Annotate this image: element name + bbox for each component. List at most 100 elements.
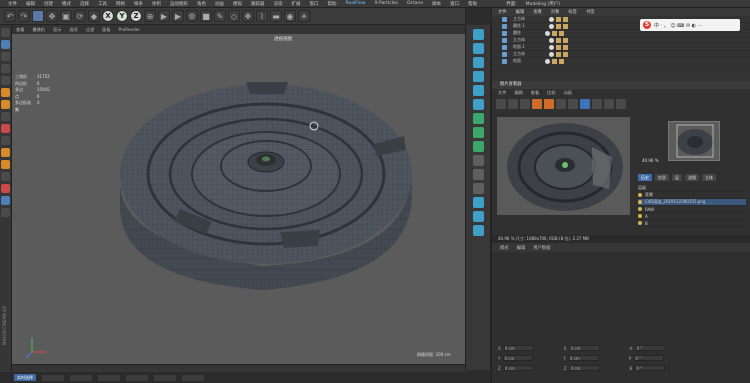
x-axis-button[interactable]: X bbox=[102, 10, 114, 22]
timeline[interactable] bbox=[12, 364, 465, 372]
menu-item[interactable]: 文件 bbox=[8, 1, 17, 7]
object-row[interactable]: 地面.1 bbox=[492, 44, 750, 51]
picture-viewer-menu-item[interactable]: 查看 bbox=[531, 90, 539, 96]
undo-icon[interactable]: ↶ bbox=[4, 10, 16, 22]
material-tag-icon[interactable] bbox=[552, 58, 557, 64]
menu-item[interactable]: 脚本 bbox=[432, 1, 441, 7]
material-tag-icon[interactable] bbox=[552, 30, 557, 36]
coord-value-input[interactable]: 0 cm bbox=[503, 345, 534, 351]
object-menu-item[interactable]: 查看 bbox=[533, 9, 542, 15]
render-region-icon[interactable] bbox=[472, 29, 484, 40]
material-tag-icon[interactable] bbox=[562, 23, 568, 29]
environment-icon[interactable] bbox=[472, 141, 484, 152]
material-icon[interactable] bbox=[472, 71, 484, 82]
menu-item[interactable]: 选择 bbox=[80, 1, 89, 7]
visibility-icon[interactable] bbox=[548, 23, 554, 29]
picture-viewer-tab[interactable]: 立体 bbox=[702, 174, 716, 181]
pen-icon[interactable]: ✎ bbox=[214, 10, 226, 22]
sky-icon[interactable] bbox=[472, 127, 484, 138]
edges-mode-icon[interactable] bbox=[1, 88, 10, 97]
viewport-menu-item[interactable]: ProRender bbox=[119, 27, 141, 32]
picture-viewer-menu-item[interactable]: 文件 bbox=[498, 90, 506, 96]
coord-value-input[interactable]: 0 cm bbox=[569, 365, 600, 371]
picture-viewer-tab[interactable]: 信息 bbox=[655, 174, 669, 181]
menu-item[interactable]: 扩展 bbox=[292, 1, 301, 7]
stop-icon[interactable] bbox=[508, 98, 518, 109]
picture-viewer-menu-item[interactable]: 编辑 bbox=[514, 90, 522, 96]
picture-viewer-menu-item[interactable]: 比较 bbox=[547, 90, 555, 96]
material-tag-icon[interactable] bbox=[556, 16, 561, 22]
picture-viewer-tab[interactable]: 层 bbox=[672, 174, 682, 181]
menu-item[interactable]: 样条 bbox=[134, 1, 143, 7]
sogou-logo[interactable]: S bbox=[643, 21, 651, 29]
menu-item[interactable]: 模式 bbox=[62, 1, 71, 7]
menu-item[interactable]: 网格 bbox=[116, 1, 125, 7]
object-menu-item[interactable]: 对象 bbox=[551, 9, 560, 15]
attribute-menu-item[interactable]: 模式 bbox=[500, 245, 509, 251]
attribute-menu-item[interactable]: 编辑 bbox=[517, 245, 526, 251]
camera-icon[interactable] bbox=[472, 99, 484, 110]
layer-row[interactable]: B bbox=[638, 220, 746, 227]
visibility-icon[interactable] bbox=[548, 44, 554, 50]
material-tag-icon[interactable] bbox=[563, 37, 568, 43]
layer-row[interactable]: RAW bbox=[638, 206, 746, 213]
viewport-menu-item[interactable]: 选项 bbox=[69, 27, 77, 33]
zoom-level[interactable]: 40.96 % bbox=[642, 158, 659, 163]
color-icon[interactable] bbox=[604, 98, 614, 109]
picture-viewer-tab[interactable]: 历史 bbox=[638, 174, 652, 181]
object-menu-item[interactable]: 标签 bbox=[568, 9, 577, 15]
viewport-menu-item[interactable]: 查看 bbox=[16, 27, 24, 33]
visibility-icon[interactable] bbox=[549, 16, 554, 22]
deformer-icon[interactable]: ⌇ bbox=[256, 10, 268, 22]
menu-item[interactable]: 工具 bbox=[98, 1, 107, 7]
attribute-menu-item[interactable]: 用户数据 bbox=[533, 245, 550, 251]
visibility-icon[interactable] bbox=[545, 30, 550, 36]
y-axis-button[interactable]: Y bbox=[116, 10, 128, 22]
z-axis-button[interactable]: Z bbox=[130, 10, 142, 22]
ab-icon[interactable] bbox=[556, 98, 566, 109]
lock-workplane-icon[interactable] bbox=[1, 184, 10, 193]
coord-value-input[interactable]: 0 ° bbox=[634, 355, 665, 361]
light-icon[interactable]: ☀ bbox=[298, 10, 310, 22]
object-row[interactable]: 圆柱 bbox=[492, 30, 750, 37]
tag-icon-3[interactable] bbox=[472, 183, 484, 194]
coord-value-input[interactable]: 0 cm bbox=[503, 355, 534, 361]
navigator-thumbnail[interactable] bbox=[668, 121, 720, 161]
compare-icon[interactable] bbox=[544, 98, 554, 109]
object-icon-2[interactable] bbox=[472, 211, 484, 222]
material-tag-icon[interactable] bbox=[559, 58, 564, 64]
cube-icon[interactable]: ■ bbox=[200, 10, 212, 22]
paint-icon[interactable] bbox=[1, 148, 10, 157]
material-tag-icon[interactable] bbox=[563, 51, 568, 57]
workplane-icon[interactable] bbox=[1, 136, 10, 145]
object-menu-item[interactable]: 文件 bbox=[498, 9, 507, 15]
material-tag-icon[interactable] bbox=[555, 44, 561, 50]
menu-item[interactable]: 渲染 bbox=[274, 1, 283, 7]
select-tool-button[interactable] bbox=[32, 10, 44, 22]
perspective-viewport[interactable]: 透视视图 三角形 31752 四边形 6 多边 15945 点 6 多边形选集 0 网格间距: 1… bbox=[12, 34, 465, 364]
live-viewer-icon[interactable] bbox=[472, 43, 484, 54]
scene-icon[interactable] bbox=[472, 85, 484, 96]
menu-item[interactable]: 模拟 bbox=[233, 1, 242, 7]
visibility-icon[interactable] bbox=[549, 51, 554, 57]
split-icon[interactable] bbox=[592, 98, 602, 109]
coord-value-input[interactable]: 0 cm bbox=[503, 365, 534, 371]
material-tag-icon[interactable] bbox=[556, 51, 561, 57]
layout-select[interactable]: Modeling (用户) bbox=[526, 1, 560, 7]
tray-icons[interactable]: 中 ‧ 。 ☺ ⌨ ✉ ◐ ⋯ bbox=[654, 22, 703, 29]
polygons-mode-icon[interactable] bbox=[1, 100, 10, 109]
visibility-icon[interactable] bbox=[545, 58, 550, 64]
menu-item[interactable]: 跟踪器 bbox=[251, 1, 265, 7]
sculpt-icon[interactable] bbox=[1, 160, 10, 169]
snap-icon[interactable] bbox=[1, 124, 10, 133]
viewport-menu-item[interactable]: 面板 bbox=[102, 27, 110, 33]
texture-mode-icon[interactable] bbox=[1, 52, 10, 61]
menu-item[interactable]: RealFlow bbox=[346, 1, 366, 6]
floor-icon[interactable]: ▬ bbox=[270, 10, 282, 22]
quantize-icon[interactable] bbox=[1, 208, 10, 217]
texture-icon[interactable] bbox=[472, 57, 484, 68]
coord-value-input[interactable]: 0 cm bbox=[568, 355, 599, 361]
menu-item[interactable]: 窗口 bbox=[310, 1, 319, 7]
view-icon[interactable] bbox=[580, 98, 590, 109]
object-icon[interactable] bbox=[472, 197, 484, 208]
